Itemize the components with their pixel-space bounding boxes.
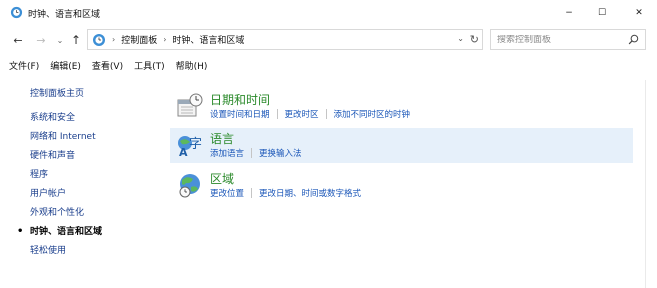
- menu-help[interactable]: 帮助(H): [176, 59, 208, 72]
- link-divider: [325, 109, 327, 119]
- svg-text:A: A: [179, 146, 188, 159]
- category-links: 更改位置 更改日期、时间或数字格式: [210, 187, 361, 199]
- sidebar-item-hardware-sound[interactable]: 硬件和声音: [30, 149, 170, 168]
- close-button[interactable]: ✕: [620, 0, 657, 26]
- category-links: 设置时间和日期 更改时区 添加不同时区的时钟: [210, 108, 410, 120]
- menu-edit[interactable]: 编辑(E): [50, 59, 81, 72]
- sidebar: 控制面板主页 系统和安全 网络和 Internet 硬件和声音 程序 用户帐户 …: [17, 86, 170, 263]
- recent-locations-button[interactable]: ⌄: [54, 31, 66, 49]
- breadcrumb-control-panel[interactable]: 控制面板: [121, 33, 157, 46]
- language-icon: A 字: [178, 136, 202, 159]
- maximize-button[interactable]: ☐: [583, 0, 621, 26]
- breadcrumb-separator-icon[interactable]: ›: [163, 35, 166, 44]
- sidebar-home-link[interactable]: 控制面板主页: [30, 86, 170, 99]
- control-panel-icon: [93, 33, 105, 46]
- category-date-time: 日期和时间 设置时间和日期 更改时区 添加不同时区的时钟: [170, 89, 633, 124]
- back-button[interactable]: ←: [9, 31, 27, 49]
- refresh-icon[interactable]: ↻: [470, 33, 479, 46]
- forward-button[interactable]: →: [32, 31, 50, 49]
- title-bar: 时钟、语言和区域 − ☐ ✕: [0, 0, 657, 26]
- up-button[interactable]: ↑: [68, 31, 84, 49]
- search-icon[interactable]: [628, 34, 639, 45]
- change-formats-link[interactable]: 更改日期、时间或数字格式: [259, 187, 361, 199]
- navigation-bar: ← → ⌄ ↑ › 控制面板 › 时钟、语言和区域 ⌄ ↻: [0, 28, 657, 52]
- category-title[interactable]: 语言: [210, 130, 234, 147]
- menu-view[interactable]: 查看(V): [92, 59, 123, 72]
- globe-clock-icon: [179, 174, 200, 198]
- chevron-down-icon[interactable]: ⌄: [457, 34, 464, 43]
- category-title[interactable]: 区域: [210, 170, 234, 187]
- set-time-date-link[interactable]: 设置时间和日期: [210, 108, 270, 120]
- scroll-edge: [645, 80, 646, 288]
- menu-file[interactable]: 文件(F): [9, 59, 39, 72]
- clock-globe-icon: [10, 6, 23, 19]
- sidebar-item-network[interactable]: 网络和 Internet: [30, 130, 170, 149]
- change-timezone-link[interactable]: 更改时区: [285, 108, 319, 120]
- menu-bar: 文件(F) 编辑(E) 查看(V) 工具(T) 帮助(H): [0, 56, 218, 74]
- breadcrumb-current[interactable]: 时钟、语言和区域: [172, 33, 244, 46]
- menu-tools[interactable]: 工具(T): [134, 59, 165, 72]
- sidebar-item-clock-language-region: 时钟、语言和区域: [17, 225, 170, 244]
- breadcrumb-separator-icon[interactable]: ›: [112, 35, 115, 44]
- window-title: 时钟、语言和区域: [28, 10, 101, 20]
- calendar-clock-icon: [177, 93, 203, 117]
- sidebar-item-programs[interactable]: 程序: [30, 168, 170, 187]
- category-links: 添加语言 更换输入法: [210, 147, 302, 159]
- search-box[interactable]: [490, 29, 646, 50]
- sidebar-item-system-security[interactable]: 系统和安全: [30, 111, 170, 130]
- change-location-link[interactable]: 更改位置: [210, 187, 244, 199]
- link-divider: [251, 188, 253, 198]
- add-clocks-link[interactable]: 添加不同时区的时钟: [334, 108, 411, 120]
- link-divider: [251, 148, 253, 158]
- search-input[interactable]: [497, 34, 622, 45]
- sidebar-item-ease-of-access[interactable]: 轻松使用: [30, 244, 170, 263]
- category-title[interactable]: 日期和时间: [210, 91, 270, 108]
- address-bar[interactable]: › 控制面板 › 时钟、语言和区域 ⌄ ↻: [87, 29, 483, 50]
- sidebar-item-appearance[interactable]: 外观和个性化: [30, 206, 170, 225]
- sidebar-item-user-accounts[interactable]: 用户帐户: [30, 187, 170, 206]
- link-divider: [276, 109, 278, 119]
- svg-text:字: 字: [189, 137, 202, 152]
- change-input-method-link[interactable]: 更换输入法: [259, 147, 302, 159]
- category-language: A 字 语言 添加语言 更换输入法: [170, 128, 633, 163]
- add-language-link[interactable]: 添加语言: [210, 147, 244, 159]
- category-region: 区域 更改位置 更改日期、时间或数字格式: [170, 168, 633, 203]
